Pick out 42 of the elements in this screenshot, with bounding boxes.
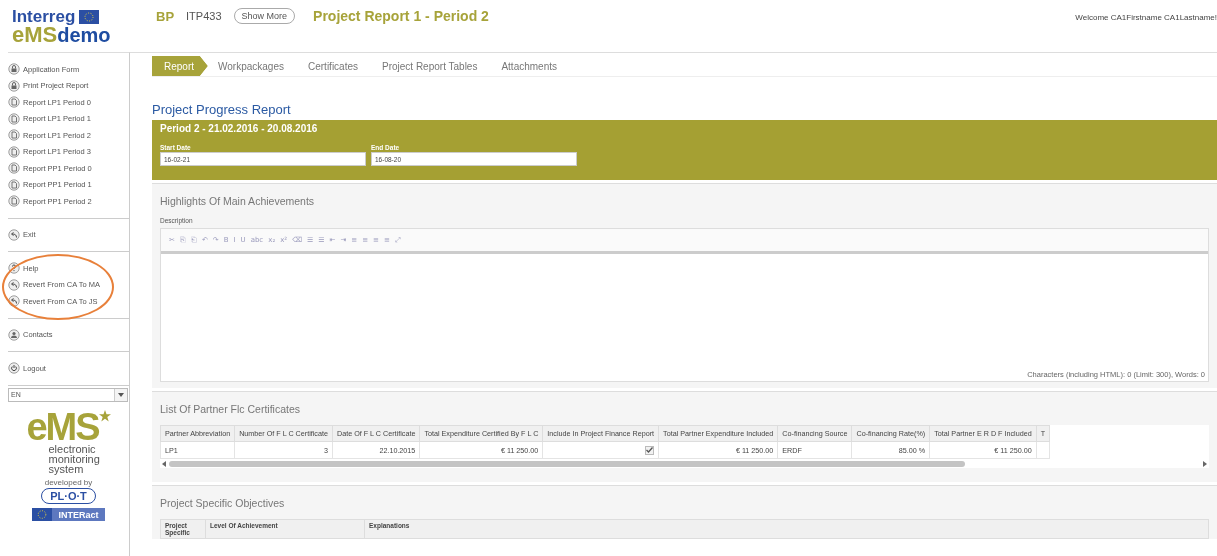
document-icon: [8, 162, 20, 175]
section-title: Project Specific Objectives: [160, 497, 286, 509]
document-icon: [8, 112, 20, 125]
page-title: Project Progress Report: [152, 102, 292, 117]
scrollbar-thumb[interactable]: [169, 460, 965, 467]
star-icon: [98, 409, 111, 422]
document-icon: [8, 129, 20, 142]
document-icon: [8, 195, 20, 208]
document-icon: [8, 178, 20, 191]
tab[interactable]: Report: [152, 56, 208, 76]
flag-icon: [32, 507, 53, 521]
flag-icon: [79, 10, 100, 24]
help-icon: [8, 262, 20, 275]
report-title: Project Report 1 - Period 2: [313, 8, 489, 24]
lock-icon: [8, 63, 20, 76]
document-icon: [8, 96, 20, 109]
project-code: BP: [156, 8, 175, 24]
checkbox[interactable]: [645, 445, 655, 455]
logo-tagline: electronic monitoring system: [48, 443, 101, 474]
logo-text: demo: [57, 25, 111, 45]
show-more-button[interactable]: Show More: [233, 8, 296, 24]
period-title: Period 2 - 21.02.2016 - 20.08.2016: [160, 123, 319, 134]
logo-text: eMS: [12, 25, 58, 45]
partner-logo: INTERact: [52, 507, 105, 521]
section-title: List Of Partner Flc Certificates: [160, 403, 302, 415]
logo-text: Interreg: [12, 9, 76, 25]
welcome-text: Welcome CA1Firstname CA1Lastname!: [1075, 13, 1217, 22]
back-arrow-icon: [8, 278, 20, 291]
back-arrow-icon: [8, 295, 20, 308]
person-icon: [8, 328, 20, 341]
section-title: Highlights Of Main Achievements: [160, 195, 316, 207]
logo-text: eMS: [26, 409, 99, 444]
developer-label: developed by: [44, 477, 93, 487]
back-arrow-icon: [8, 228, 20, 241]
check-icon: [646, 447, 654, 454]
caret-icon: [118, 392, 124, 397]
scroll-right-icon: [1203, 460, 1207, 467]
project-id: ITP433: [186, 10, 222, 22]
scroll-left-icon: [162, 460, 166, 467]
power-icon: [8, 362, 20, 375]
document-icon: [8, 145, 20, 158]
lock-icon: [8, 79, 20, 92]
